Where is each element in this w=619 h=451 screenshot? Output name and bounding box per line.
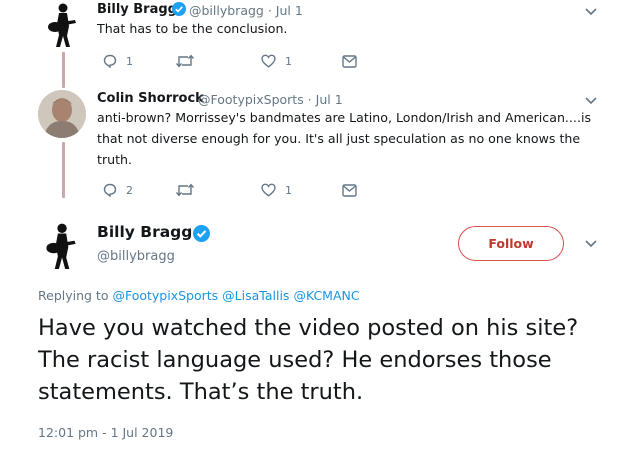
author-handle[interactable]: @billybragg — [97, 249, 175, 264]
mention-link[interactable]: @LisaTallis — [222, 288, 289, 303]
tweet-text-line: that not diverse enough for you. It's al… — [97, 131, 581, 146]
avatar[interactable] — [43, 222, 79, 270]
follow-button[interactable]: Follow — [458, 226, 564, 261]
avatar[interactable] — [38, 90, 86, 138]
guitarist-silhouette-icon — [48, 3, 76, 47]
handle-date[interactable]: @billybragg · Jul 1 — [189, 3, 303, 18]
tweet-timestamp[interactable]: 12:01 pm - 1 Jul 2019 — [38, 425, 173, 440]
retweet-icon — [176, 183, 194, 197]
mention-link[interactable]: @KCMANC — [293, 288, 359, 303]
reply-icon — [103, 183, 117, 197]
reply-count: 2 — [126, 183, 133, 197]
direct-message-button[interactable] — [342, 184, 357, 197]
like-button[interactable]: 1 — [261, 183, 292, 197]
author-name[interactable]: Billy Bragg — [97, 223, 192, 241]
retweet-button[interactable] — [176, 54, 194, 68]
tweet-text-line: anti-brown? Morrissey's bandmates are La… — [97, 110, 592, 125]
reply-button[interactable]: 1 — [103, 54, 133, 68]
like-count: 1 — [285, 54, 292, 68]
direct-message-button[interactable] — [342, 55, 357, 68]
retweet-button[interactable] — [176, 183, 194, 197]
avatar[interactable] — [45, 2, 79, 48]
thread-line — [62, 52, 65, 88]
author-name[interactable]: Colin Shorrock — [97, 91, 204, 106]
guitarist-silhouette-icon — [46, 223, 76, 269]
tweet-text: Have you watched the video posted on his… — [38, 315, 579, 405]
mention-link[interactable]: @FootypixSports — [112, 288, 218, 303]
tweet-text-line: truth. — [97, 152, 133, 167]
handle-date[interactable]: @FootypixSports · Jul 1 — [198, 92, 343, 107]
thread-line — [62, 142, 65, 198]
replying-to: Replying to @FootypixSports @LisaTallis … — [38, 288, 360, 303]
like-count: 1 — [285, 183, 292, 197]
chevron-down-icon[interactable] — [585, 240, 597, 248]
verified-badge-icon — [193, 225, 210, 242]
profile-photo-icon — [38, 90, 86, 138]
chevron-down-icon[interactable] — [585, 97, 597, 105]
tweet-text: That has to be the conclusion. — [97, 21, 288, 36]
reply-button[interactable]: 2 — [103, 183, 133, 197]
heart-icon — [261, 54, 276, 68]
author-name[interactable]: Billy Bragg — [97, 2, 177, 17]
verified-badge-icon — [172, 2, 186, 16]
chevron-down-icon[interactable] — [585, 8, 597, 16]
replying-to-label: Replying to — [38, 288, 109, 303]
reply-count: 1 — [126, 54, 133, 68]
like-button[interactable]: 1 — [261, 54, 292, 68]
heart-icon — [261, 183, 276, 197]
envelope-icon — [342, 184, 357, 197]
envelope-icon — [342, 55, 357, 68]
retweet-icon — [176, 54, 194, 68]
tweet-text: anti-brown? Morrissey's bandmates are La… — [97, 107, 591, 170]
reply-icon — [103, 54, 117, 68]
